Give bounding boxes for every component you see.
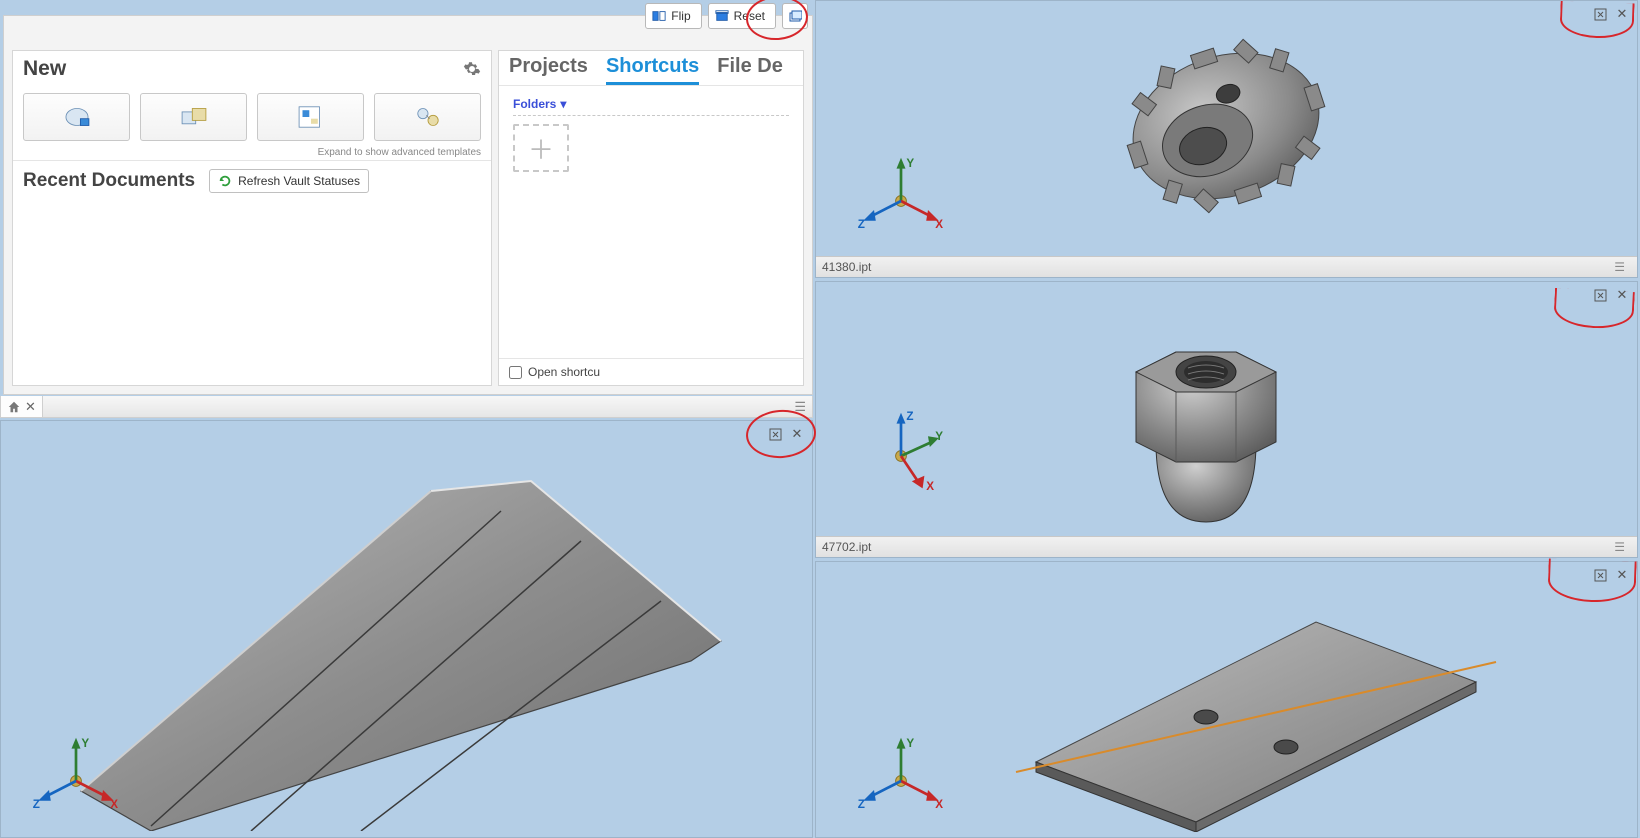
svg-text:X: X <box>935 798 943 811</box>
capnut-part-model <box>1096 292 1316 532</box>
presentation-template-button[interactable] <box>374 93 481 141</box>
tab-file-details[interactable]: File De <box>717 55 783 85</box>
refresh-vault-button[interactable]: Refresh Vault Statuses <box>209 169 369 193</box>
svg-text:Y: Y <box>906 157 914 170</box>
tab-shortcuts[interactable]: Shortcuts <box>606 55 699 85</box>
svg-text:Z: Z <box>33 798 40 811</box>
hamburger-icon[interactable]: ☰ <box>1608 540 1631 554</box>
plate-part-model <box>956 582 1516 832</box>
svg-text:Z: Z <box>906 410 913 423</box>
axis-triad: Y X Z <box>856 727 946 817</box>
home-icon <box>7 400 21 414</box>
gear-icon[interactable] <box>463 60 481 78</box>
template-row <box>13 83 491 145</box>
gear-part-model <box>1076 1 1376 251</box>
viewport-nut[interactable]: ✕ Z Y X <box>815 281 1638 558</box>
maximize-viewport-icon[interactable] <box>1591 5 1609 23</box>
home-tab[interactable]: ✕ <box>1 396 43 417</box>
svg-text:Y: Y <box>906 737 914 750</box>
viewport-filename: 41380.ipt <box>822 260 871 274</box>
chevron-down-icon: ▾ <box>560 97 566 111</box>
viewport-gear[interactable]: ✕ <box>815 0 1638 278</box>
add-folder-button[interactable]: ＋ <box>513 124 569 172</box>
viewport-sheet[interactable]: ✕ Y X Z <box>0 420 813 838</box>
home-footer-bar: ✕ ☰ <box>0 396 813 418</box>
axis-triad: Y X Z <box>856 147 946 237</box>
recent-documents-title: Recent Documents <box>23 170 195 192</box>
viewport-footer: 47702.ipt ☰ <box>816 536 1637 557</box>
viewport-filename: 47702.ipt <box>822 540 871 554</box>
assembly-template-button[interactable] <box>140 93 247 141</box>
part-template-button[interactable] <box>23 93 130 141</box>
tab-projects[interactable]: Projects <box>509 55 588 85</box>
close-icon[interactable]: ✕ <box>25 399 36 415</box>
new-card: New Expand to <box>12 50 492 386</box>
viewport-footer: 41380.ipt ☰ <box>816 256 1637 277</box>
reset-button[interactable]: Reset <box>708 3 776 29</box>
plus-icon: ＋ <box>528 130 554 167</box>
axis-triad: Z Y X <box>856 402 946 492</box>
folders-toggle[interactable]: Folders ▾ <box>513 97 566 111</box>
maximize-viewport-icon[interactable] <box>1591 566 1609 584</box>
refresh-vault-label: Refresh Vault Statuses <box>238 174 360 188</box>
viewport-plate[interactable]: ✕ Y X Z <box>815 561 1638 838</box>
sheet-part-model <box>21 431 741 831</box>
svg-text:Y: Y <box>935 430 943 443</box>
svg-text:Y: Y <box>81 737 89 750</box>
part-template-icon <box>60 102 94 132</box>
folders-label-text: Folders <box>513 97 556 111</box>
maximize-home-button[interactable] <box>782 3 808 29</box>
hamburger-icon[interactable]: ☰ <box>1608 260 1631 274</box>
svg-text:Z: Z <box>858 218 865 231</box>
flip-icon <box>652 9 666 23</box>
home-panel: Flip Reset New <box>3 15 813 395</box>
drawing-template-icon <box>294 102 328 132</box>
maximize-icon <box>788 9 802 23</box>
hamburger-icon[interactable]: ☰ <box>788 399 812 415</box>
close-viewport-icon[interactable]: ✕ <box>1613 5 1631 23</box>
drawing-template-button[interactable] <box>257 93 364 141</box>
svg-text:Z: Z <box>858 798 865 811</box>
presentation-template-icon <box>411 102 445 132</box>
flip-button[interactable]: Flip <box>645 3 701 29</box>
reset-label: Reset <box>734 9 765 23</box>
svg-text:X: X <box>935 218 943 231</box>
side-tabs: Projects Shortcuts File De <box>499 51 803 86</box>
svg-text:X: X <box>110 798 118 811</box>
close-viewport-icon[interactable]: ✕ <box>1613 566 1631 584</box>
maximize-viewport-icon[interactable] <box>766 425 784 443</box>
assembly-template-icon <box>177 102 211 132</box>
close-viewport-icon[interactable]: ✕ <box>788 425 806 443</box>
reset-icon <box>715 9 729 23</box>
axis-triad: Y X Z <box>31 727 121 817</box>
refresh-icon <box>218 174 232 188</box>
open-shortcut-label: Open shortcu <box>528 365 600 379</box>
close-viewport-icon[interactable]: ✕ <box>1613 286 1631 304</box>
open-shortcut-checkbox[interactable] <box>509 366 522 379</box>
maximize-viewport-icon[interactable] <box>1591 286 1609 304</box>
side-card: Projects Shortcuts File De Folders ▾ ＋ <box>498 50 804 386</box>
home-panel-toolbar: Flip Reset <box>645 3 808 29</box>
svg-text:X: X <box>926 480 934 492</box>
flip-label: Flip <box>671 9 690 23</box>
expand-hint[interactable]: Expand to show advanced templates <box>13 145 491 161</box>
new-title: New <box>23 57 66 81</box>
